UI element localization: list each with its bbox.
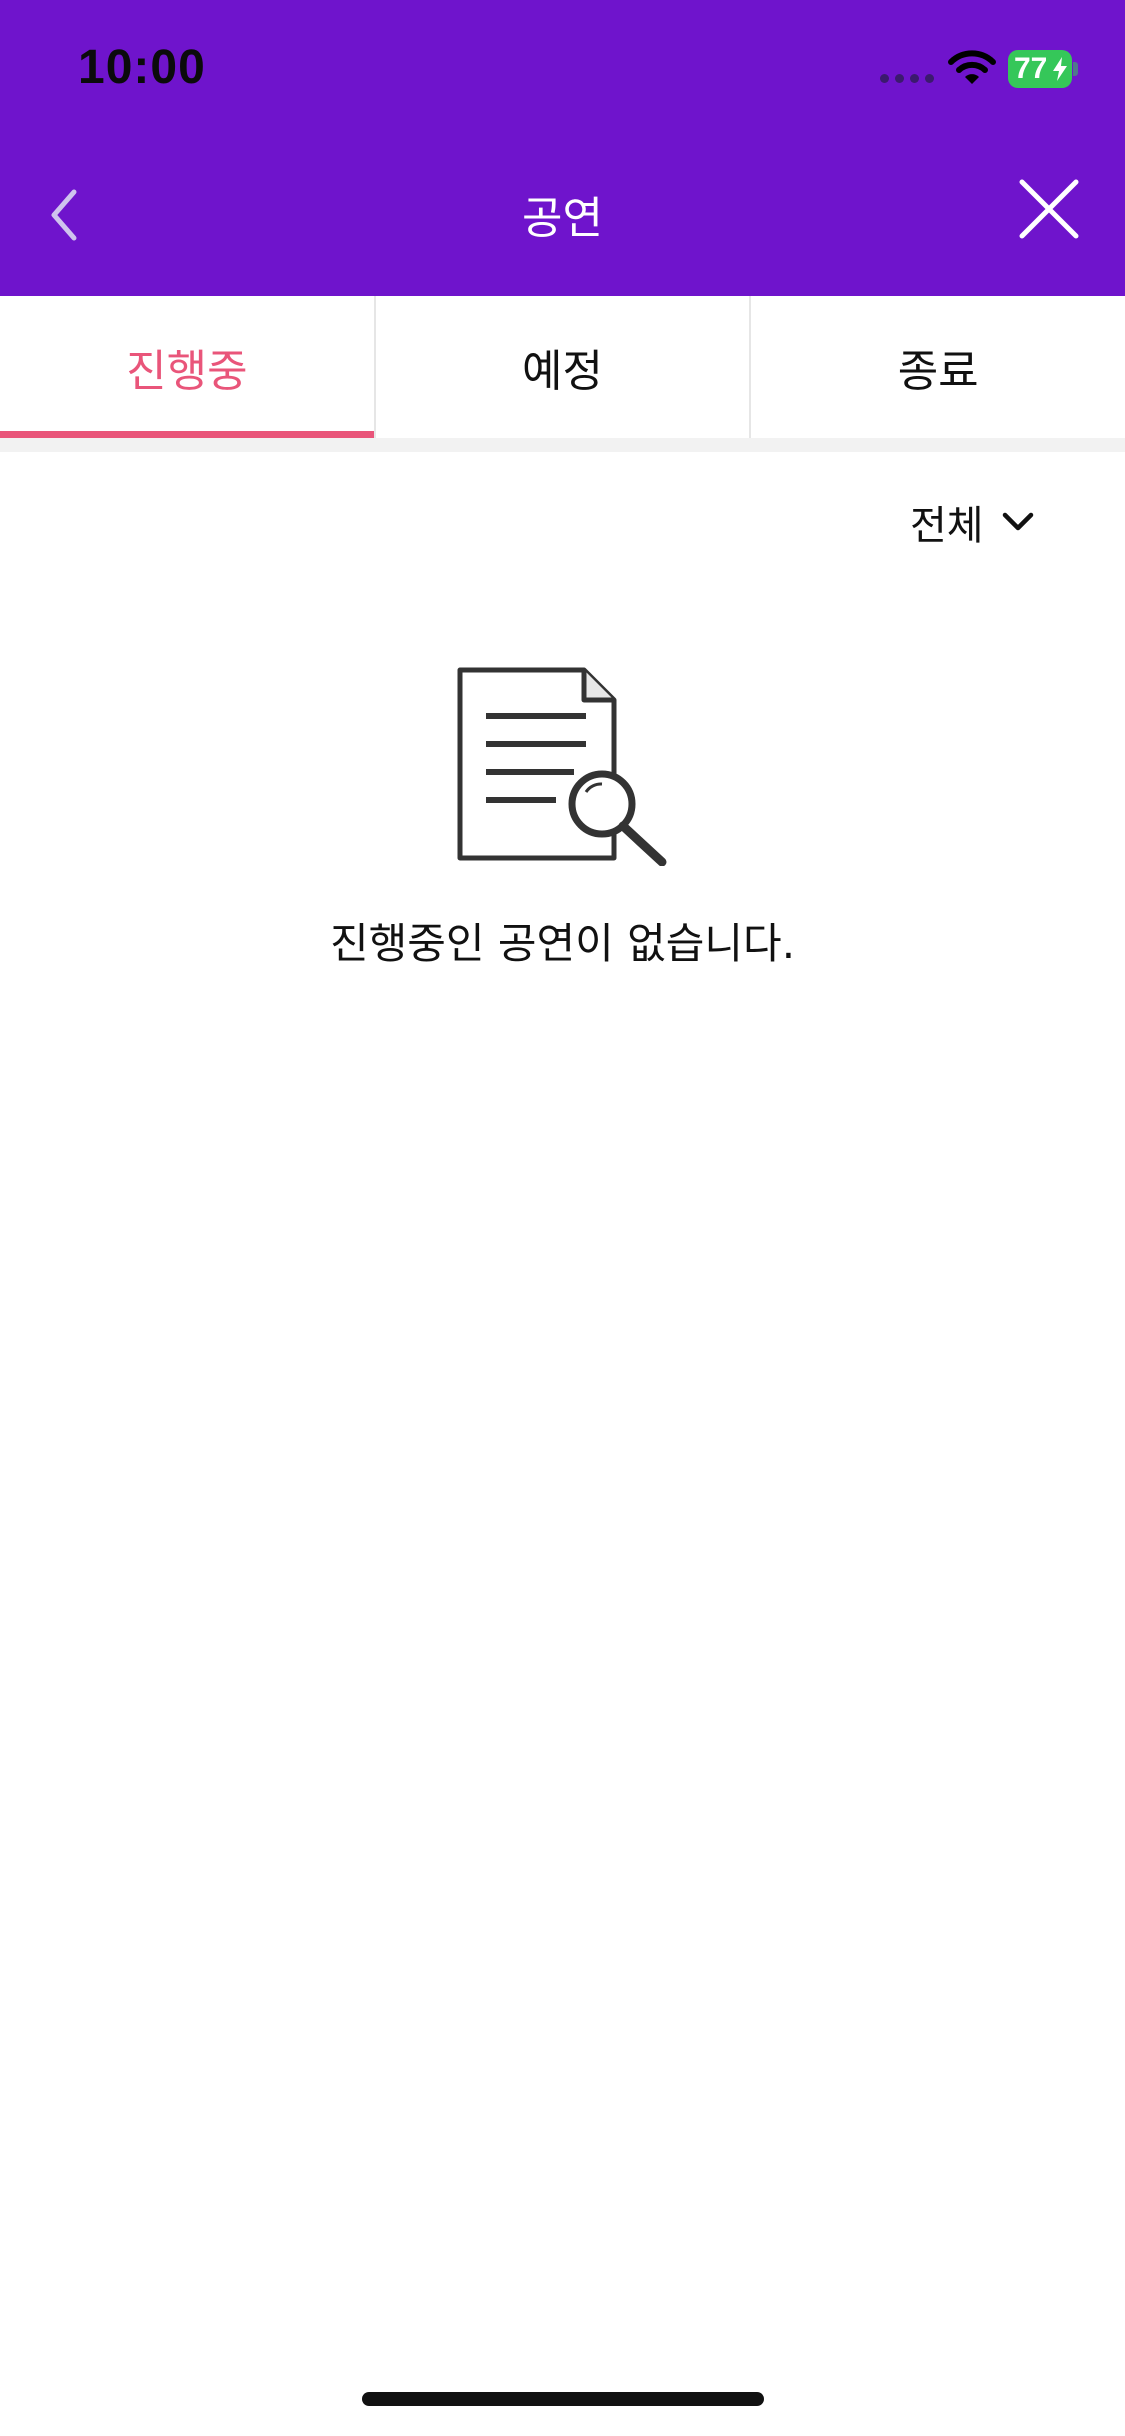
empty-state-message: 진행중인 공연이 없습니다. bbox=[329, 919, 796, 968]
tab-ongoing[interactable]: 진행중 bbox=[0, 296, 374, 438]
tab-upcoming[interactable]: 예정 bbox=[373, 296, 750, 438]
tab-bar: 진행중 예정 종료 bbox=[0, 296, 1125, 438]
home-indicator[interactable] bbox=[362, 2392, 764, 2406]
status-time: 10:00 bbox=[78, 41, 206, 94]
chevron-down-icon bbox=[1002, 512, 1033, 531]
screen: 10:00 77 공연 진행중 예정 종료 전체 진행중인 공연이 없습니다. bbox=[0, 0, 1125, 2436]
filter-dropdown[interactable]: 전체 bbox=[910, 492, 1034, 552]
section-divider bbox=[0, 438, 1125, 452]
filter-selected-label: 전체 bbox=[910, 503, 984, 549]
page-title: 공연 bbox=[522, 193, 603, 244]
signal-dots-icon bbox=[880, 74, 936, 84]
battery-percent: 77 bbox=[1014, 52, 1048, 85]
tab-label: 진행중 bbox=[126, 346, 248, 397]
wifi-icon bbox=[948, 50, 996, 84]
charging-bolt-icon bbox=[1053, 57, 1067, 81]
tab-ended[interactable]: 종료 bbox=[749, 296, 1125, 438]
header: 10:00 77 공연 bbox=[0, 0, 1125, 296]
active-tab-indicator bbox=[0, 431, 374, 438]
tab-label: 종료 bbox=[897, 346, 979, 397]
battery-icon: 77 bbox=[1008, 50, 1078, 88]
document-search-icon bbox=[457, 667, 667, 866]
battery-cap bbox=[1073, 62, 1078, 76]
tab-label: 예정 bbox=[522, 346, 603, 397]
close-button[interactable] bbox=[1016, 176, 1082, 242]
